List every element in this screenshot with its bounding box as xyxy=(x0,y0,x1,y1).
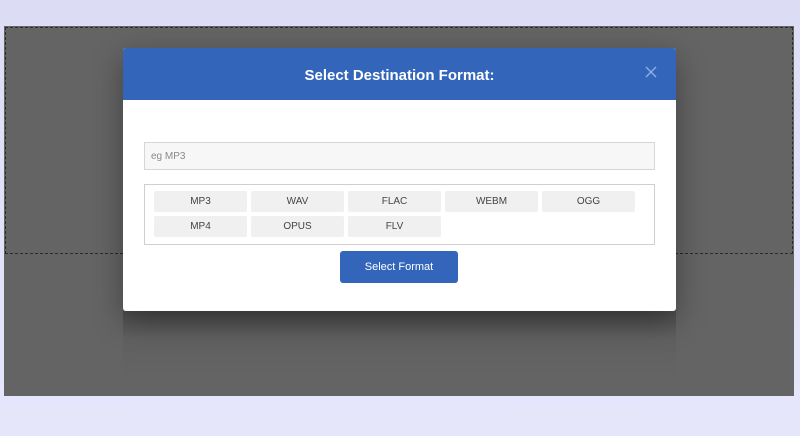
format-option-flv[interactable]: FLV xyxy=(348,216,441,237)
format-dialog: Select Destination Format: MP3 WAV FLAC … xyxy=(123,48,676,311)
select-format-button[interactable]: Select Format xyxy=(340,251,458,283)
format-options-panel: MP3 WAV FLAC WEBM OGG MP4 OPUS FLV xyxy=(144,184,655,245)
format-grid: MP3 WAV FLAC WEBM OGG MP4 OPUS FLV xyxy=(154,191,654,237)
close-icon[interactable] xyxy=(644,65,658,79)
format-option-ogg[interactable]: OGG xyxy=(542,191,635,212)
format-option-mp3[interactable]: MP3 xyxy=(154,191,247,212)
format-option-webm[interactable]: WEBM xyxy=(445,191,538,212)
dialog-header: Select Destination Format: xyxy=(123,48,676,100)
format-option-opus[interactable]: OPUS xyxy=(251,216,344,237)
format-search-input[interactable] xyxy=(144,142,655,170)
dialog-title: Select Destination Format: xyxy=(304,67,495,84)
format-option-wav[interactable]: WAV xyxy=(251,191,344,212)
modal-shadow xyxy=(123,311,676,381)
format-option-flac[interactable]: FLAC xyxy=(348,191,441,212)
format-option-mp4[interactable]: MP4 xyxy=(154,216,247,237)
